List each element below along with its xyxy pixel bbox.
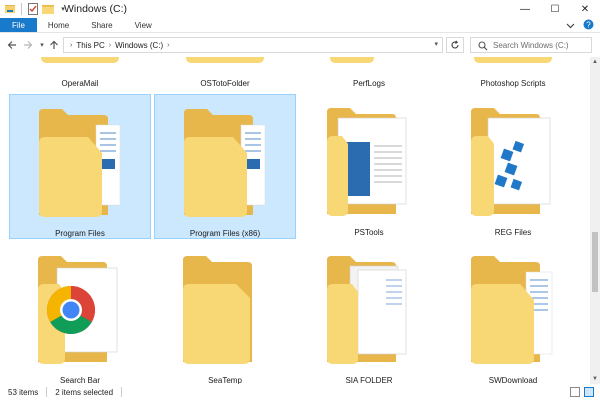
- window-controls: — ☐ ✕: [510, 0, 600, 18]
- folder-label: Photoshop Scripts: [480, 79, 546, 88]
- address-bar[interactable]: › This PC › Windows (C:) › ▾: [63, 37, 443, 53]
- folder-item-seatemp[interactable]: SeaTemp: [154, 242, 296, 384]
- item-count: 53 items: [8, 387, 39, 397]
- title-bar: ▾ Windows (C:) — ☐ ✕: [0, 0, 600, 18]
- folder-label: Search Bar: [59, 376, 101, 384]
- breadcrumb-root-chevron-icon[interactable]: ›: [70, 42, 72, 49]
- search-icon: [478, 41, 488, 53]
- breadcrumb-this-pc[interactable]: This PC: [76, 41, 104, 50]
- ribbon-tabs: File Home Share View ?: [0, 18, 600, 33]
- search-placeholder: Search Windows (C:): [493, 40, 569, 50]
- folder-item-program-files-x86[interactable]: Program Files (x86): [154, 94, 296, 239]
- scroll-down-icon[interactable]: ▼: [590, 374, 600, 384]
- up-button[interactable]: [46, 37, 62, 53]
- folder-label: PerfLogs: [352, 79, 386, 88]
- new-folder-icon[interactable]: [42, 3, 54, 15]
- folder-label: REG Files: [494, 228, 532, 237]
- address-dropdown-icon[interactable]: ▾: [434, 40, 438, 48]
- back-button[interactable]: [4, 37, 20, 53]
- scroll-up-icon[interactable]: ▲: [590, 57, 600, 67]
- folder-item-perflogs[interactable]: PerfLogs: [298, 57, 440, 93]
- expand-ribbon-icon[interactable]: [566, 21, 575, 31]
- selection-count: 2 items selected: [55, 387, 114, 397]
- large-icons-view-icon[interactable]: [584, 387, 594, 397]
- navigation-bar: ▾ › This PC › Windows (C:) › ▾ Search Wi…: [0, 34, 600, 56]
- folder-label: OSTotoFolder: [200, 79, 250, 88]
- status-divider: [46, 387, 48, 397]
- svg-text:?: ?: [586, 20, 591, 29]
- tab-share[interactable]: Share: [80, 18, 123, 32]
- folder-item-reg-files[interactable]: REG Files: [442, 94, 584, 239]
- file-view: OperaMail OSTotoFolder PerfLogs Photosho…: [0, 57, 590, 384]
- breadcrumb-chevron-icon[interactable]: ›: [109, 42, 111, 49]
- quick-access-toolbar: ▾: [0, 0, 69, 18]
- folder-item-pstools[interactable]: PSTools: [298, 94, 440, 239]
- folder-label: SIA FOLDER: [345, 376, 393, 384]
- view-switcher: [570, 387, 594, 397]
- folder-label: SeaTemp: [208, 376, 242, 384]
- details-view-icon[interactable]: [570, 387, 580, 397]
- folder-label: SWDownload: [488, 376, 538, 384]
- app-icon[interactable]: [4, 3, 16, 15]
- window-title: Windows (C:): [64, 3, 128, 15]
- scrollbar-thumb[interactable]: [592, 232, 598, 292]
- folder-item-photoshop-scripts[interactable]: Photoshop Scripts: [442, 57, 584, 93]
- help-icon[interactable]: ?: [583, 19, 594, 32]
- close-button[interactable]: ✕: [570, 0, 600, 18]
- folder-label: Program Files: [55, 229, 105, 238]
- status-bar: 53 items 2 items selected: [0, 384, 600, 400]
- vertical-scrollbar[interactable]: ▲ ▼: [590, 57, 600, 384]
- tab-view[interactable]: View: [124, 18, 163, 32]
- tab-file[interactable]: File: [0, 18, 37, 32]
- folder-item-search-bar[interactable]: Search Bar: [9, 242, 151, 384]
- status-divider: [121, 387, 123, 397]
- properties-icon[interactable]: [27, 3, 39, 15]
- tab-home[interactable]: Home: [37, 18, 80, 32]
- folder-label: PSTools: [354, 228, 384, 237]
- folder-label: OperaMail: [61, 79, 99, 88]
- maximize-button[interactable]: ☐: [540, 0, 570, 18]
- ribbon-right-controls: ?: [566, 19, 594, 32]
- minimize-button[interactable]: —: [510, 0, 540, 18]
- search-box[interactable]: Search Windows (C:): [470, 37, 592, 53]
- folder-label: Program Files (x86): [189, 229, 261, 238]
- folder-item-sia-folder[interactable]: SIA FOLDER: [298, 242, 440, 384]
- refresh-button[interactable]: [446, 37, 464, 53]
- breadcrumb-windows-c[interactable]: Windows (C:): [115, 41, 163, 50]
- folder-item-operamail[interactable]: OperaMail: [9, 57, 151, 93]
- folder-item-swdownload[interactable]: SWDownload: [442, 242, 584, 384]
- folder-item-ostotofolder[interactable]: OSTotoFolder: [154, 57, 296, 93]
- folder-item-program-files[interactable]: Program Files: [9, 94, 151, 239]
- breadcrumb-chevron-icon[interactable]: ›: [167, 42, 169, 49]
